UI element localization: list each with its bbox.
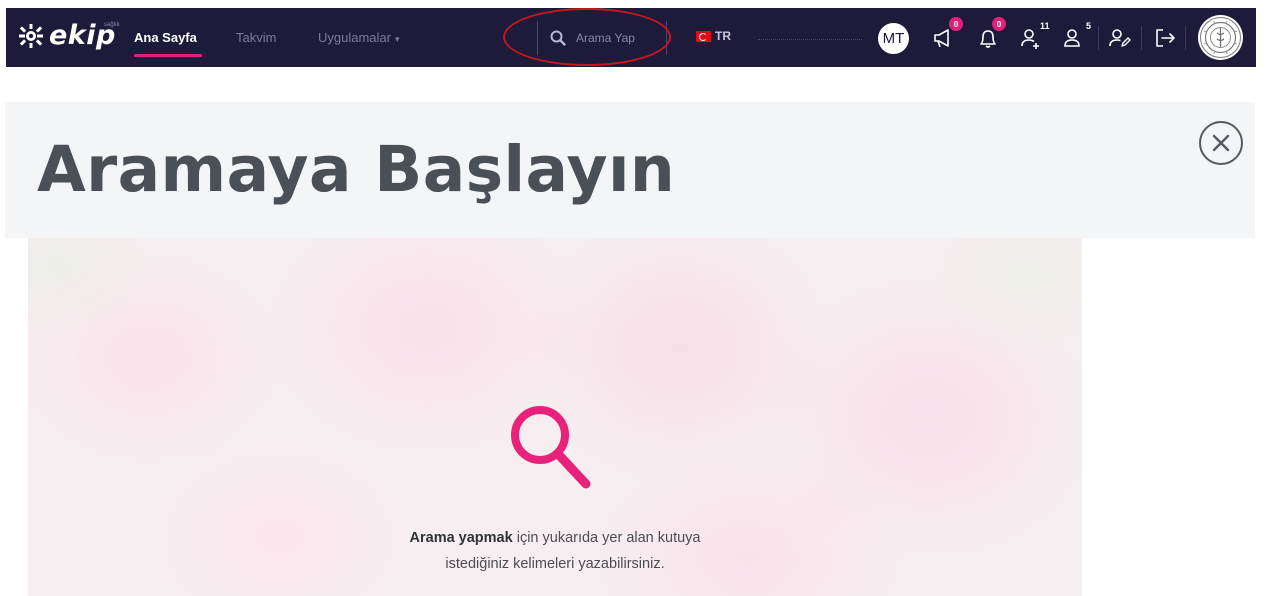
search-icon [511,406,591,489]
navbar-divider [1141,26,1142,50]
instructions-bold: Arama yapmak [409,530,513,546]
ministry-seal[interactable] [1198,15,1243,60]
search-instructions: Arama yapmak için yukarıda yer alan kutu… [28,525,1082,577]
language-label: TR [715,29,731,43]
avatar[interactable]: MT [878,23,909,54]
user-name-placeholder [758,39,862,40]
active-nav-indicator [134,54,202,57]
announcements-badge: 0 [949,17,963,31]
navbar-divider [1185,26,1186,50]
logo-subtitle: sağlık [104,22,120,28]
user-requests-count: 11 [1040,21,1050,31]
search-header: Aramaya Başlayın [5,102,1255,238]
users-icon [1064,29,1080,47]
navbar-divider [1098,26,1099,50]
language-selector[interactable]: TR [696,29,731,43]
instructions-line-2: istediğiniz kelimeleri yazabilirsiniz. [445,556,665,572]
logout-button[interactable] [1152,25,1178,51]
logout-icon [1156,29,1175,47]
user-edit-icon [1109,29,1131,47]
nav-link-home[interactable]: Ana Sayfa [134,30,197,46]
profile-edit-button[interactable] [1107,25,1133,51]
nav-link-apps-label: Uygulamalar [318,30,391,45]
search-icon [550,30,566,46]
ministry-seal-icon [1200,17,1241,58]
notifications-badge: 0 [992,17,1006,31]
logo-gear-icon [19,24,43,48]
nav-link-calendar[interactable]: Takvim [236,30,276,46]
chevron-down-icon: ▾ [394,33,400,44]
turkey-flag-icon [696,30,711,42]
nav-link-apps[interactable]: Uygulamalar ▾ [318,30,400,47]
instructions-line-1: için yukarıda yer alan kutuya [512,530,701,546]
users-button[interactable] [1061,25,1087,51]
page-title: Aramaya Başlayın [37,133,676,206]
empty-search-state: Arama yapmak için yukarıda yer alan kutu… [28,238,1082,596]
search-input[interactable]: Arama Yap [537,21,667,55]
ekip-logo[interactable]: ekip sağlık [16,21,120,51]
top-navbar: ekip sağlık Ana Sayfa Takvim Uygulamalar… [6,8,1256,67]
close-button[interactable] [1199,121,1243,165]
users-count: 5 [1086,21,1092,31]
search-placeholder: Arama Yap [576,31,635,45]
close-icon [1212,134,1230,152]
